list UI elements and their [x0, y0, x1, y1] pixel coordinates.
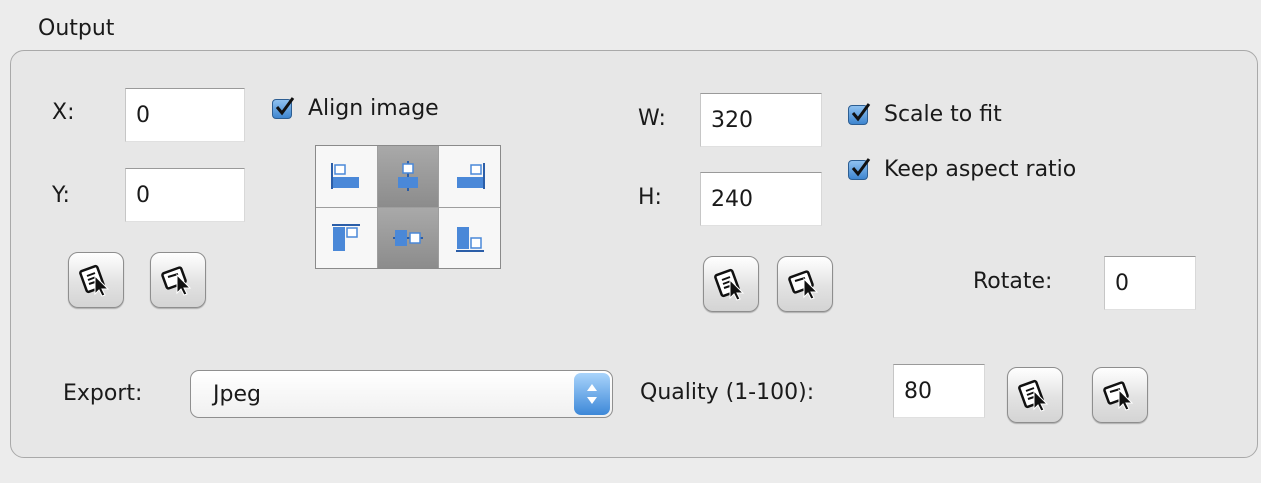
- quality-input-value: 80: [904, 378, 932, 404]
- keep-aspect-ratio-label: Keep aspect ratio: [884, 157, 1077, 182]
- align-bottom-icon: [455, 226, 484, 252]
- align-right-top-icon: [456, 163, 485, 190]
- checkmark-icon: [848, 102, 871, 125]
- align-image-checkbox[interactable]: Align image: [272, 96, 439, 121]
- align-left-top-icon: [331, 163, 360, 190]
- align-image-label: Align image: [308, 96, 439, 121]
- x-input-value: 0: [136, 102, 150, 128]
- y-input[interactable]: 0: [125, 168, 245, 222]
- quality-input[interactable]: 80: [893, 364, 985, 418]
- height-input-value: 240: [711, 186, 753, 212]
- y-input-value: 0: [136, 182, 150, 208]
- pick-size-alt-button[interactable]: [777, 256, 833, 312]
- pick-cursor-alt-icon: [1103, 381, 1134, 411]
- alignment-grid: [315, 145, 501, 269]
- align-top-right-cell[interactable]: [439, 146, 500, 207]
- rotate-label: Rotate:: [973, 269, 1053, 294]
- align-top-left-cell[interactable]: [316, 146, 377, 207]
- width-input-value: 320: [711, 107, 753, 133]
- export-label: Export:: [63, 381, 143, 406]
- pick-cursor-icon: [1018, 379, 1049, 412]
- x-label: X:: [52, 100, 75, 125]
- align-top-center-cell[interactable]: [377, 146, 439, 207]
- width-input[interactable]: 320: [700, 93, 822, 147]
- h-label: H:: [638, 185, 662, 210]
- pick-cursor-icon: [714, 268, 745, 301]
- scale-to-fit-checkbox[interactable]: Scale to fit: [848, 102, 1002, 127]
- pick-cursor-icon: [79, 264, 110, 297]
- rotate-input-value: 0: [1115, 270, 1129, 296]
- align-bottom-left-cell[interactable]: [316, 207, 377, 268]
- pick-cursor-alt-icon: [788, 270, 819, 300]
- export-format-select[interactable]: Jpeg: [190, 370, 613, 418]
- checkmark-icon: [848, 157, 871, 180]
- y-label: Y:: [52, 183, 70, 208]
- export-format-value: Jpeg: [213, 381, 261, 407]
- pick-position-alt-button[interactable]: [150, 252, 206, 308]
- updown-arrows-icon: [574, 373, 610, 415]
- align-left-bottom-icon: [332, 223, 361, 251]
- quality-label: Quality (1-100):: [640, 380, 815, 405]
- pick-quality-alt-button[interactable]: [1092, 367, 1148, 423]
- align-center-middle-icon: [392, 229, 423, 246]
- pick-position-button[interactable]: [68, 252, 124, 308]
- rotate-input[interactable]: 0: [1104, 256, 1196, 310]
- keep-aspect-ratio-checkbox[interactable]: Keep aspect ratio: [848, 157, 1076, 182]
- w-label: W:: [638, 106, 666, 131]
- group-title: Output: [38, 16, 115, 41]
- align-bottom-right-cell[interactable]: [439, 207, 500, 268]
- x-input[interactable]: 0: [125, 88, 245, 142]
- scale-to-fit-label: Scale to fit: [884, 102, 1002, 127]
- pick-quality-button[interactable]: [1007, 367, 1063, 423]
- checkmark-icon: [272, 96, 295, 119]
- pick-size-button[interactable]: [703, 256, 759, 312]
- height-input[interactable]: 240: [700, 172, 822, 226]
- align-center-top-icon: [397, 161, 418, 192]
- align-bottom-center-cell[interactable]: [377, 207, 439, 268]
- pick-cursor-alt-icon: [161, 266, 192, 296]
